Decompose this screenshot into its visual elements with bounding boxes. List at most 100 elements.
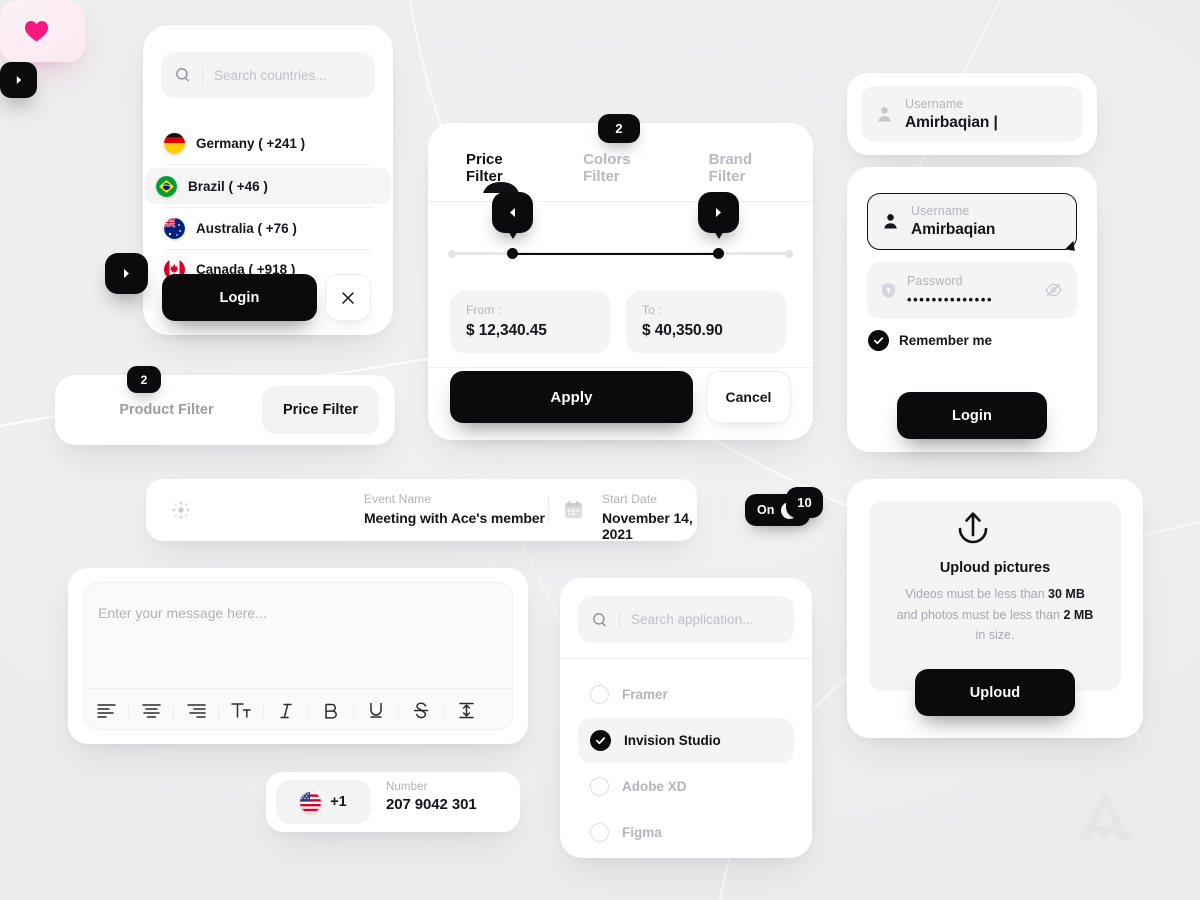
country-divider bbox=[164, 207, 372, 208]
tab-product-filter[interactable]: Product Filter bbox=[79, 375, 254, 445]
drag-handle-icon[interactable] bbox=[170, 499, 192, 521]
price-to-value: $ 40,350.90 bbox=[642, 322, 723, 339]
login-password-value: •••••••••••••• bbox=[907, 292, 994, 307]
search-application-field[interactable]: Search application... bbox=[578, 596, 794, 643]
align-left-icon[interactable] bbox=[84, 689, 128, 733]
flag-brazil-icon bbox=[156, 175, 177, 197]
price-filter-badge: 2 bbox=[598, 114, 640, 143]
slider-bubble-min[interactable] bbox=[492, 192, 533, 239]
login-card: Username Amirbaqian Password •••••••••••… bbox=[847, 167, 1097, 452]
tab-colors-filter[interactable]: Colors Filter bbox=[583, 151, 653, 185]
remember-me-label: Remember me bbox=[899, 333, 993, 348]
countries-login-button[interactable]: Login bbox=[162, 274, 317, 321]
slider-bubble-max[interactable] bbox=[698, 192, 739, 239]
eye-off-icon[interactable] bbox=[1045, 282, 1062, 298]
radio-icon[interactable] bbox=[590, 685, 609, 704]
cancel-button[interactable]: Cancel bbox=[706, 371, 791, 423]
line-height-icon[interactable] bbox=[444, 689, 488, 733]
upload-desc-line3: in size. bbox=[975, 628, 1015, 643]
slider-knob-min[interactable] bbox=[507, 248, 518, 259]
calendar-icon bbox=[565, 501, 582, 518]
upload-description: Videos must be less than 30 MB and photo… bbox=[847, 584, 1143, 646]
radio-icon[interactable] bbox=[590, 777, 609, 796]
tabs-divider bbox=[428, 201, 813, 202]
slider-knob-max[interactable] bbox=[713, 248, 724, 259]
app-option-figma[interactable]: Figma bbox=[578, 810, 794, 855]
app-option-adobe-xd[interactable]: Adobe XD bbox=[578, 764, 794, 809]
username-pill-card: Username Amirbaqian | bbox=[847, 73, 1097, 155]
event-name-value: Meeting with Ace's member bbox=[364, 510, 545, 526]
check-icon bbox=[595, 737, 606, 745]
phone-number-label: Number bbox=[386, 781, 428, 793]
price-to-field[interactable]: To : $ 40,350.90 bbox=[626, 291, 786, 353]
country-divider bbox=[164, 249, 372, 250]
editor-toolbar bbox=[84, 688, 512, 732]
like-widget-card[interactable] bbox=[0, 0, 85, 62]
login-button[interactable]: Login bbox=[897, 392, 1047, 439]
phone-country-code: +1 bbox=[330, 794, 347, 810]
login-password-field[interactable]: Password •••••••••••••• bbox=[867, 262, 1077, 319]
align-center-icon[interactable] bbox=[129, 689, 173, 733]
flag-germany-icon bbox=[164, 132, 185, 154]
caret-left-icon bbox=[510, 208, 515, 217]
text-size-icon[interactable] bbox=[219, 689, 263, 733]
search-countries-field[interactable]: Search countries... bbox=[161, 52, 375, 98]
remember-me-row[interactable]: Remember me bbox=[868, 330, 992, 351]
underline-icon[interactable] bbox=[354, 689, 398, 733]
heart-icon[interactable] bbox=[24, 19, 49, 43]
app-option-invision-studio[interactable]: Invision Studio bbox=[578, 718, 794, 763]
tab-brand-filter[interactable]: Brand Filter bbox=[709, 151, 775, 185]
app-canvas: Search countries... Germany ( +241 ) Bra… bbox=[0, 0, 1200, 900]
event-date-label: Start Date bbox=[602, 492, 658, 506]
upload-desc-line2-pre: and photos must be less than bbox=[896, 607, 1064, 622]
phone-next-button[interactable] bbox=[0, 62, 37, 98]
phone-number-field[interactable]: Number 207 9042 301 bbox=[386, 781, 477, 813]
price-range-slider[interactable] bbox=[448, 192, 793, 268]
close-button[interactable] bbox=[325, 274, 371, 321]
remember-me-checkbox[interactable] bbox=[868, 330, 889, 351]
user-icon bbox=[884, 214, 897, 229]
align-right-icon[interactable] bbox=[174, 689, 218, 733]
slider-fill bbox=[510, 252, 719, 256]
app-option-label: Invision Studio bbox=[624, 733, 721, 748]
upload-desc-video-limit: 30 MB bbox=[1048, 587, 1085, 601]
country-divider bbox=[164, 164, 372, 165]
bold-icon[interactable] bbox=[309, 689, 353, 733]
country-label: Brazil ( +46 ) bbox=[188, 178, 268, 194]
phone-country-selector[interactable]: +1 bbox=[276, 780, 371, 824]
event-name-field[interactable]: Event Name Meeting with Ace's member bbox=[364, 492, 545, 526]
login-username-field[interactable]: Username Amirbaqian bbox=[867, 193, 1077, 250]
check-icon bbox=[873, 337, 884, 345]
price-from-field[interactable]: From : $ 12,340.45 bbox=[450, 291, 610, 353]
user-icon bbox=[878, 106, 891, 121]
tab-price-filter[interactable]: Price Filter bbox=[466, 151, 527, 185]
app-picker-next-button[interactable] bbox=[105, 253, 148, 294]
search-countries-placeholder: Search countries... bbox=[214, 67, 327, 83]
upload-icon bbox=[958, 512, 988, 544]
country-label: Germany ( +241 ) bbox=[196, 135, 306, 151]
country-row-germany[interactable]: Germany ( +241 ) bbox=[153, 125, 383, 161]
toggle-label: On bbox=[757, 503, 775, 517]
flag-us-icon bbox=[300, 791, 322, 813]
tab-price-filter-secondary[interactable]: Price Filter bbox=[262, 386, 379, 434]
price-from-value: $ 12,340.45 bbox=[466, 322, 547, 339]
app-option-framer[interactable]: Framer bbox=[578, 672, 794, 717]
close-icon bbox=[342, 291, 354, 304]
radio-icon[interactable] bbox=[590, 823, 609, 842]
country-row-australia[interactable]: Australia ( +76 ) bbox=[153, 210, 383, 246]
apply-button[interactable]: Apply bbox=[450, 371, 693, 423]
radio-selected-icon[interactable] bbox=[590, 730, 611, 751]
username-field[interactable]: Username Amirbaqian | bbox=[861, 86, 1083, 142]
login-username-value: Amirbaqian bbox=[911, 221, 996, 238]
phone-input-card: +1 Number 207 9042 301 bbox=[266, 772, 520, 832]
username-value: Amirbaqian | bbox=[905, 113, 998, 131]
upload-button[interactable]: Uploud bbox=[915, 669, 1075, 716]
italic-icon[interactable] bbox=[264, 689, 308, 733]
active-tab-indicator bbox=[483, 182, 519, 193]
app-option-label: Figma bbox=[622, 825, 662, 840]
event-date-field[interactable]: Start Date November 14, 2021 bbox=[602, 492, 697, 542]
strikethrough-icon[interactable] bbox=[399, 689, 443, 733]
slider-cap-left bbox=[448, 249, 456, 258]
country-row-brazil[interactable]: Brazil ( +46 ) bbox=[145, 168, 391, 204]
phone-number-value: 207 9042 301 bbox=[386, 796, 477, 813]
